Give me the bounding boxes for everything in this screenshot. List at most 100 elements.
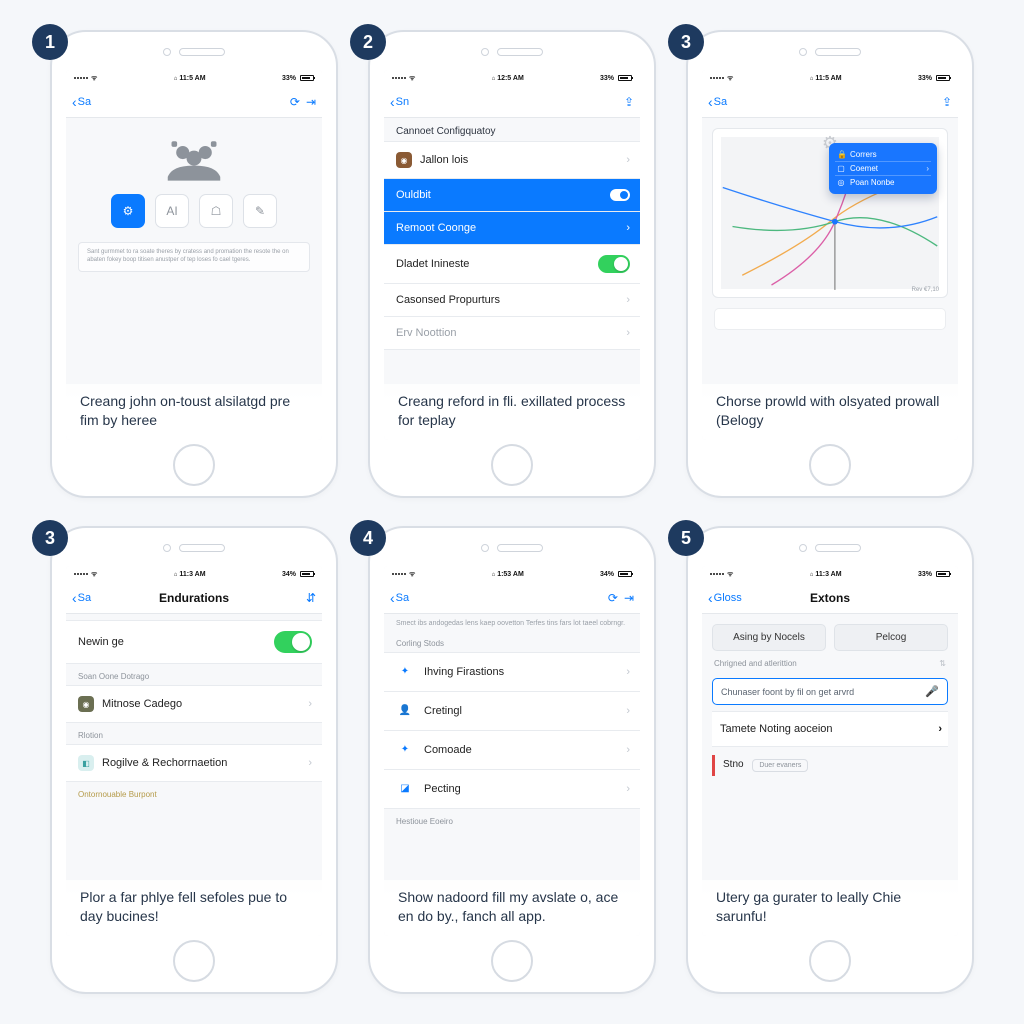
chevron-right-icon: › bbox=[308, 757, 312, 769]
arrow-forward-icon[interactable]: ⇥ bbox=[306, 95, 316, 109]
list-item[interactable]: Newin ge bbox=[66, 620, 322, 664]
toggle[interactable] bbox=[598, 255, 630, 273]
back-button[interactable]: ‹Sa bbox=[72, 591, 91, 605]
home-button[interactable] bbox=[809, 444, 851, 486]
home-button[interactable] bbox=[173, 940, 215, 982]
list-item[interactable]: ✦ Comoade › bbox=[384, 731, 640, 770]
sort-icon[interactable]: ⇅ bbox=[939, 659, 946, 668]
home-button[interactable] bbox=[491, 940, 533, 982]
nav-bar: ‹Sa ⟳ ⇥ bbox=[66, 86, 322, 118]
toggle[interactable] bbox=[610, 189, 630, 201]
search-input[interactable]: Chunaser foont by fil on get arvrd 🎤 bbox=[712, 678, 948, 705]
chevron-left-icon: ‹ bbox=[708, 95, 713, 109]
list-item[interactable]: Ouldbit bbox=[384, 179, 640, 212]
toggle[interactable] bbox=[274, 631, 312, 653]
list-item[interactable]: ◪ Pecting › bbox=[384, 770, 640, 809]
mini-button[interactable]: Duer evaners bbox=[752, 759, 808, 772]
chevron-right-icon: › bbox=[626, 705, 630, 717]
step-badge: 1 bbox=[32, 24, 68, 60]
phone-frame: ᯤ ⌂ 12:5 AM 33% ‹Sn ⇪ Cannoet Configquat… bbox=[368, 30, 656, 498]
segment-button[interactable]: Asing by Nocels bbox=[712, 624, 826, 651]
edit-icon: ✎ bbox=[255, 204, 265, 218]
note-text: Smect ibs andogedas lens kaep oovetton T… bbox=[384, 614, 640, 631]
step-1: 1 ᯤ ⌂ 11:5 AM 33% ‹Sa ⟳ ⇥ bbox=[50, 30, 338, 498]
map-footnote: Rev €7,10 bbox=[912, 287, 939, 293]
step-5: 5 ᯤ ⌂ 11:3 AM 33% ‹Gloss Extons Asing by… bbox=[686, 526, 974, 994]
action-icon[interactable]: ⇵ bbox=[306, 591, 316, 605]
status-bar: ᯤ ⌂ 11:3 AM 34% bbox=[66, 566, 322, 582]
share-icon[interactable]: ⇪ bbox=[624, 95, 634, 109]
home-button[interactable] bbox=[173, 444, 215, 486]
list-item[interactable]: Dladet Inineste bbox=[384, 245, 640, 284]
home-button[interactable] bbox=[809, 940, 851, 982]
person-icon: 👤 bbox=[396, 702, 414, 720]
back-button[interactable]: ‹Sa bbox=[708, 95, 727, 109]
mic-icon[interactable]: 🎤 bbox=[925, 685, 939, 698]
section-header: Cannoet Configquatoy bbox=[384, 118, 640, 141]
square-icon: ◪ bbox=[396, 780, 414, 798]
phone-frame: ᯤ ⌂ 11:3 AM 34% ‹Sa Endurations ⇵ Newin … bbox=[50, 526, 338, 994]
step-caption: Utery ga gurater to leally Chie sarunfu! bbox=[702, 880, 958, 936]
nav-bar: ‹Gloss Extons bbox=[702, 582, 958, 614]
arrow-forward-icon[interactable]: ⇥ bbox=[624, 591, 634, 605]
list-item[interactable]: ◉ Mitnose Cadego › bbox=[66, 685, 322, 723]
step-4: 4 ᯤ ⌂ 1:53 AM 34% ‹Sa ⟳⇥ Smect ibs andog… bbox=[368, 526, 656, 994]
chevron-left-icon: ‹ bbox=[72, 95, 77, 109]
chevron-right-icon: › bbox=[626, 222, 630, 234]
settings-button[interactable]: ⚙ bbox=[111, 194, 145, 228]
refresh-icon[interactable]: ⟳ bbox=[608, 591, 618, 605]
list-item[interactable]: Erv Noottion › bbox=[384, 317, 640, 350]
step-3-settings: 3 ᯤ ⌂ 11:3 AM 34% ‹Sa Endurations ⇵ Newi… bbox=[50, 526, 338, 994]
alert-block: Stno Duer evaners bbox=[712, 755, 948, 776]
chevron-right-icon: › bbox=[626, 327, 630, 339]
edit-button[interactable]: ✎ bbox=[243, 194, 277, 228]
share-icon[interactable]: ⇪ bbox=[942, 95, 952, 109]
list-item[interactable]: ◧ Rogilve & Rechorrnaetion › bbox=[66, 744, 322, 782]
chevron-right-icon: › bbox=[938, 723, 942, 735]
step-2: 2 ᯤ ⌂ 12:5 AM 33% ‹Sn ⇪ Cannoet Configqu… bbox=[368, 30, 656, 498]
back-button[interactable]: ‹Gloss bbox=[708, 591, 742, 605]
step-caption: Creang john on-toust alsilatgd pre fim b… bbox=[66, 384, 322, 440]
status-bar: ᯤ ⌂ 11:5 AM 33% bbox=[66, 70, 322, 86]
back-button[interactable]: ‹Sa bbox=[390, 591, 409, 605]
list-item[interactable]: 👤 Cretingl › bbox=[384, 692, 640, 731]
step-3-map: 3 ᯤ ⌂ 11:5 AM 33% ‹Sa ⇪ bbox=[686, 30, 974, 498]
home-button[interactable] bbox=[491, 444, 533, 486]
gear-icon: ⚙ bbox=[123, 204, 134, 218]
chevron-right-icon: › bbox=[626, 294, 630, 306]
list-item[interactable]: Casonsed Propurturs › bbox=[384, 284, 640, 317]
chevron-left-icon: ‹ bbox=[390, 591, 395, 605]
phone-frame: ᯤ ⌂ 11:3 AM 33% ‹Gloss Extons Asing by N… bbox=[686, 526, 974, 994]
step-caption: Creang reford in fli. exillated process … bbox=[384, 384, 640, 440]
star-icon: ✦ bbox=[396, 741, 414, 759]
list-item[interactable]: Tamete Noting aoceion › bbox=[712, 712, 948, 747]
step-badge: 2 bbox=[350, 24, 386, 60]
chevron-left-icon: ‹ bbox=[708, 591, 713, 605]
chevron-right-icon: › bbox=[926, 164, 929, 173]
page-title: Endurations bbox=[159, 591, 229, 605]
section-header: Corling Stods bbox=[384, 631, 640, 652]
map-popup[interactable]: 🔒Corrers ▢Coemet› ◎Poan Nonbe bbox=[829, 143, 937, 194]
list-item[interactable]: Remoot Coonge › bbox=[384, 212, 640, 245]
chevron-left-icon: ‹ bbox=[390, 95, 395, 109]
refresh-icon[interactable]: ⟳ bbox=[290, 95, 300, 109]
search-placeholder: Chunaser foont by fil on get arvrd bbox=[721, 687, 854, 697]
section-header: Ontornouable Burpont bbox=[66, 782, 322, 803]
nav-bar: ‹Sa ⟳ ⇥ bbox=[384, 582, 640, 614]
step-badge: 3 bbox=[668, 24, 704, 60]
status-bar: ᯤ ⌂ 11:5 AM 33% bbox=[702, 70, 958, 86]
nav-bar: ‹Sa Endurations ⇵ bbox=[66, 582, 322, 614]
step-caption: Chorse prowld with olsyated prowall (Bel… bbox=[702, 384, 958, 440]
back-button[interactable]: ‹Sa bbox=[72, 95, 91, 109]
shield-button[interactable]: ☖ bbox=[199, 194, 233, 228]
section-header: Soan Oone Dotrago bbox=[66, 664, 322, 685]
back-button[interactable]: ‹Sn bbox=[390, 95, 409, 109]
list-item[interactable]: ◉ Jallon lois › bbox=[384, 141, 640, 179]
list-item[interactable]: ✦ Ihving Firastions › bbox=[384, 652, 640, 692]
segment-button[interactable]: Pelcog bbox=[834, 624, 948, 651]
ai-button[interactable]: AI bbox=[155, 194, 189, 228]
chevron-left-icon: ‹ bbox=[72, 591, 77, 605]
section-header: Hestioue Eoeiro bbox=[384, 809, 640, 830]
map-card[interactable]: ⚙ 🔒Corrers ▢Coemet› ◎Poan Nonbe Rev €7,1… bbox=[712, 128, 948, 298]
section-header: Rlotion bbox=[66, 723, 322, 744]
